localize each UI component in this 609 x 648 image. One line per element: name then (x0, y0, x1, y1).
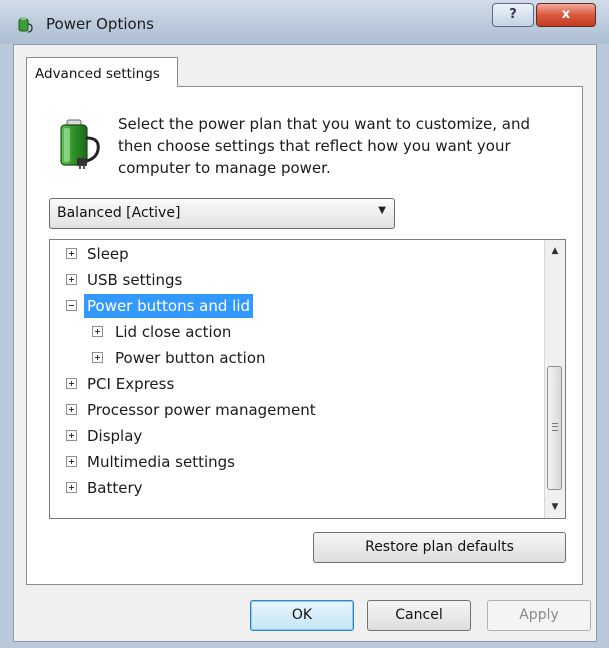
expand-plus-icon[interactable] (66, 456, 77, 467)
power-options-window: Power Options ? x Advanced settings Sele… (0, 0, 609, 648)
expand-plus-icon[interactable] (66, 404, 77, 415)
window-title: Power Options (46, 15, 154, 33)
expand-plus-icon[interactable] (66, 274, 77, 285)
tree-item-label: Battery (87, 479, 143, 497)
title-bar[interactable]: Power Options ? x (0, 0, 609, 44)
expand-plus-icon[interactable] (66, 430, 77, 441)
apply-button[interactable]: Apply (487, 600, 591, 631)
close-icon: x (561, 7, 571, 22)
chevron-down-icon: ▼ (378, 205, 386, 216)
cancel-button[interactable]: Cancel (367, 600, 471, 631)
tree-item-label: Lid close action (115, 323, 232, 341)
description-text: Select the power plan that you want to c… (118, 115, 530, 177)
tree-item-label: USB settings (87, 271, 183, 289)
tree-item-label: Power buttons and lid (84, 294, 254, 318)
scroll-up-arrow-icon[interactable]: ▲ (545, 242, 565, 260)
expand-plus-icon[interactable] (66, 482, 77, 493)
vertical-scrollbar[interactable]: ▲ ▼ (544, 240, 565, 518)
scrollbar-thumb[interactable] (547, 366, 562, 490)
power-plan-value: Balanced [Active] (57, 205, 181, 221)
collapse-minus-icon[interactable] (66, 300, 77, 311)
expand-plus-icon[interactable] (92, 352, 103, 363)
restore-plan-defaults-button[interactable]: Restore plan defaults (313, 532, 566, 563)
tab-label: Advanced settings (35, 66, 160, 82)
expand-plus-icon[interactable] (66, 248, 77, 259)
grip-icon (552, 423, 558, 431)
tree-item-label: Power button action (115, 349, 266, 367)
tab-advanced-settings[interactable]: Advanced settings (26, 57, 178, 87)
expand-plus-icon[interactable] (66, 378, 77, 389)
settings-tree[interactable]: Sleep USB settings Power buttons and lid… (49, 239, 566, 519)
tree-item-label: Multimedia settings (87, 453, 235, 471)
tree-item-label: Display (87, 427, 143, 445)
battery-plug-icon (60, 119, 100, 169)
scroll-down-arrow-icon[interactable]: ▼ (545, 498, 565, 516)
tree-item-label: PCI Express (87, 375, 175, 393)
power-plan-select[interactable]: Balanced [Active] ▼ (49, 198, 395, 229)
ok-button[interactable]: OK (250, 600, 354, 631)
tree-item-label: Sleep (87, 245, 129, 263)
tree-item-label: Processor power management (87, 401, 316, 419)
close-button[interactable]: x (536, 3, 596, 27)
power-options-icon (18, 17, 33, 33)
expand-plus-icon[interactable] (92, 326, 103, 337)
help-button[interactable]: ? (492, 3, 534, 27)
